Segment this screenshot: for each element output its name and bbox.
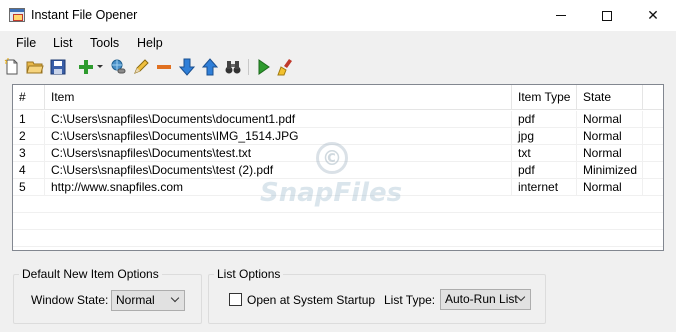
empty-row	[13, 213, 663, 230]
run-icon[interactable]	[253, 57, 273, 77]
row-number: 4	[13, 162, 45, 179]
menu-list[interactable]: List	[53, 36, 72, 50]
menu-bar: File List Tools Help	[0, 31, 676, 53]
row-state: Normal	[577, 111, 643, 128]
row-item: C:\Users\snapfiles\Documents\IMG_1514.JP…	[45, 128, 512, 145]
items-list[interactable]: # Item Item Type State 1 C:\Users\snapfi…	[12, 84, 664, 251]
clear-broom-icon[interactable]	[276, 57, 296, 77]
list-options-label: List Options	[214, 267, 284, 281]
move-up-icon[interactable]	[200, 57, 220, 77]
remove-icon[interactable]	[154, 57, 174, 77]
new-file-icon[interactable]	[2, 57, 22, 77]
row-item: http://www.snapfiles.com	[45, 179, 512, 196]
row-state: Minimized	[577, 162, 643, 179]
list-type-value: Auto-Run List	[445, 292, 518, 306]
minimize-button[interactable]	[538, 0, 584, 31]
row-number: 5	[13, 179, 45, 196]
menu-help[interactable]: Help	[137, 36, 163, 50]
row-item-type: pdf	[512, 162, 577, 179]
menu-tools[interactable]: Tools	[90, 36, 119, 50]
startup-label[interactable]: Open at System Startup	[247, 293, 375, 307]
row-state: Normal	[577, 145, 643, 162]
row-state: Normal	[577, 179, 643, 196]
toolbar	[0, 54, 676, 80]
row-item: C:\Users\snapfiles\Documents\document1.p…	[45, 111, 512, 128]
add-icon[interactable]	[76, 57, 96, 77]
toolbar-separator	[248, 59, 249, 75]
row-item: C:\Users\snapfiles\Documents\test.txt	[45, 145, 512, 162]
window-title: Instant File Opener	[31, 8, 138, 22]
close-icon: ✕	[647, 7, 659, 23]
chevron-down-icon	[170, 293, 180, 303]
list-type-label: List Type:	[384, 293, 436, 307]
row-state: Normal	[577, 128, 643, 145]
list-rows: 1 C:\Users\snapfiles\Documents\document1…	[13, 111, 663, 247]
link-icon[interactable]	[108, 57, 128, 77]
row-number: 3	[13, 145, 45, 162]
move-down-icon[interactable]	[177, 57, 197, 77]
list-row[interactable]: 5 http://www.snapfiles.com internet Norm…	[13, 179, 663, 196]
row-item: C:\Users\snapfiles\Documents\test (2).pd…	[45, 162, 512, 179]
empty-row	[13, 196, 663, 213]
window-state-select[interactable]: Normal	[111, 290, 185, 311]
window-state-value: Normal	[116, 293, 155, 307]
chevron-down-icon	[516, 292, 526, 302]
column-header-item-type[interactable]: Item Type	[512, 85, 577, 110]
row-number: 2	[13, 128, 45, 145]
close-button[interactable]: ✕	[630, 0, 676, 31]
edit-pencil-icon[interactable]	[131, 57, 151, 77]
column-header-state[interactable]: State	[577, 85, 643, 110]
maximize-button[interactable]	[584, 0, 630, 31]
list-row[interactable]: 2 C:\Users\snapfiles\Documents\IMG_1514.…	[13, 128, 663, 145]
list-header: # Item Item Type State	[13, 85, 663, 110]
open-folder-icon[interactable]	[25, 57, 45, 77]
minimize-icon	[556, 15, 566, 16]
empty-row	[13, 230, 663, 247]
row-item-type: internet	[512, 179, 577, 196]
maximize-icon	[602, 10, 612, 21]
default-options-label: Default New Item Options	[19, 267, 162, 281]
column-header-item[interactable]: Item	[45, 85, 512, 110]
row-item-type: jpg	[512, 128, 577, 145]
list-row[interactable]: 1 C:\Users\snapfiles\Documents\document1…	[13, 111, 663, 128]
row-item-type: pdf	[512, 111, 577, 128]
window-state-label: Window State:	[31, 293, 109, 307]
add-dropdown-arrow-icon[interactable]	[97, 65, 103, 68]
row-number: 1	[13, 111, 45, 128]
startup-checkbox[interactable]	[229, 293, 242, 306]
app-icon	[9, 8, 25, 22]
menu-file[interactable]: File	[16, 36, 36, 50]
list-row[interactable]: 4 C:\Users\snapfiles\Documents\test (2).…	[13, 162, 663, 179]
list-type-select[interactable]: Auto-Run List	[440, 289, 531, 310]
list-row[interactable]: 3 C:\Users\snapfiles\Documents\test.txt …	[13, 145, 663, 162]
binoculars-icon[interactable]	[223, 57, 243, 77]
column-header-number[interactable]: #	[13, 85, 45, 110]
title-bar: Instant File Opener ✕	[0, 0, 676, 31]
save-icon[interactable]	[48, 57, 68, 77]
row-item-type: txt	[512, 145, 577, 162]
